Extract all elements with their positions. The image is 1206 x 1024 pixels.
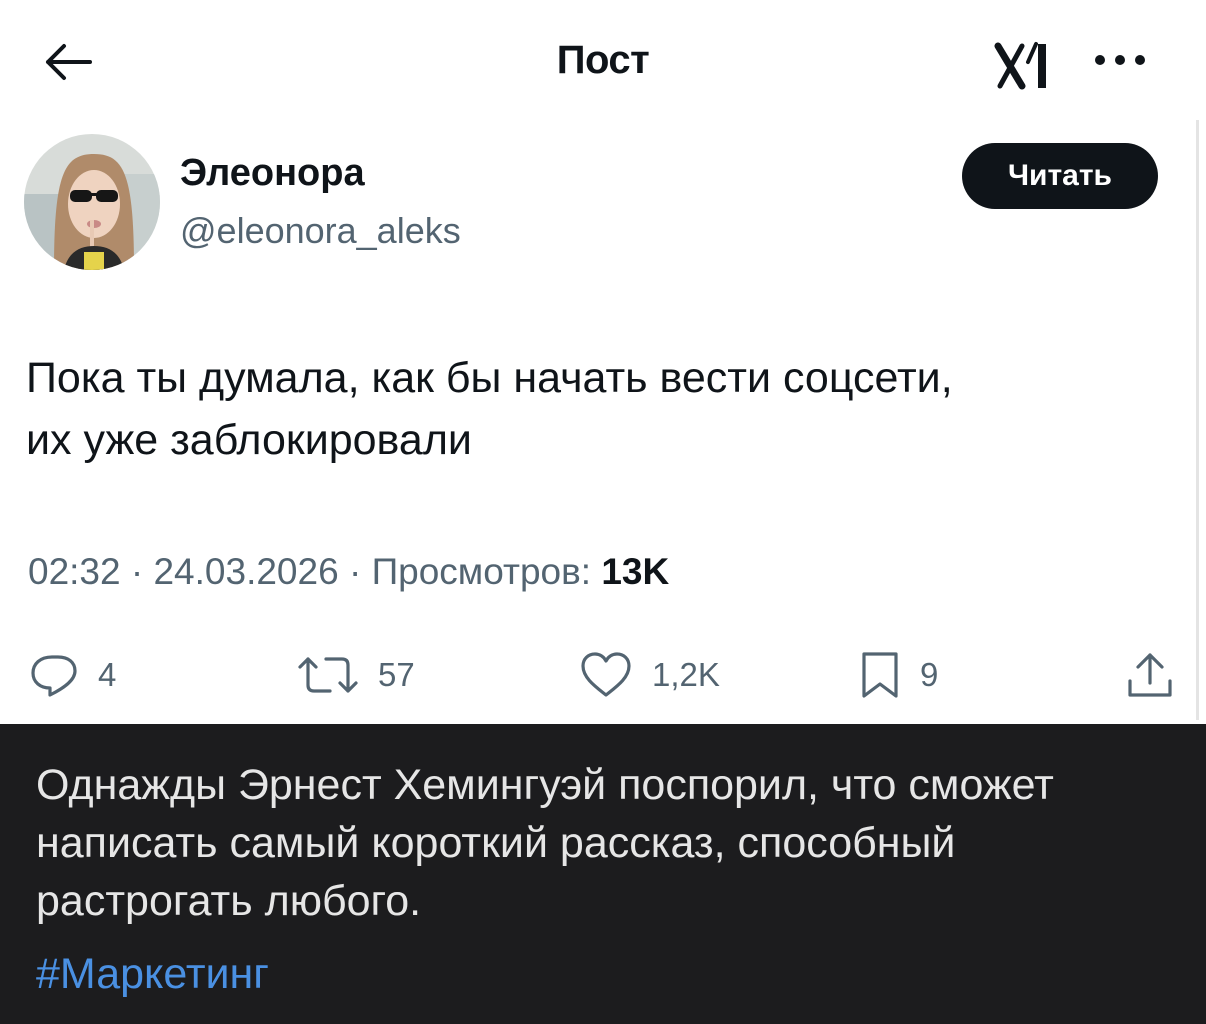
avatar[interactable] xyxy=(24,134,160,270)
bookmark-count: 9 xyxy=(920,656,939,693)
repost-button[interactable]: 57 xyxy=(296,640,415,710)
top-bar: Пост xyxy=(0,0,1206,120)
heart-icon xyxy=(581,652,631,697)
caption-line: написать самый короткий рассказ, способн… xyxy=(36,819,956,867)
post-date[interactable]: 24.03.2026 xyxy=(153,551,338,592)
scrollbar-track xyxy=(1196,120,1199,720)
post-meta: 02:32 · 24.03.2026 · Просмотров: 13K xyxy=(28,551,669,593)
meta-separator: · xyxy=(348,551,372,592)
more-horizontal-icon xyxy=(1095,55,1145,65)
share-icon xyxy=(1128,653,1172,697)
views-count: 13K xyxy=(601,551,670,592)
post-time[interactable]: 02:32 xyxy=(28,551,121,592)
repost-icon xyxy=(298,657,358,693)
bookmark-icon xyxy=(862,652,898,698)
post-text: Пока ты думала, как бы начать вести соцс… xyxy=(26,347,1176,471)
meta-separator: · xyxy=(130,551,154,592)
author-name[interactable]: Элеонора xyxy=(180,152,365,195)
share-button[interactable] xyxy=(1122,640,1178,710)
author-handle[interactable]: @eleonora_aleks xyxy=(180,210,461,252)
hashtag-link[interactable]: #Маркетинг xyxy=(36,950,269,999)
reply-button[interactable]: 4 xyxy=(28,640,116,710)
caption-line: Однажды Эрнест Хемингуэй поспорил, что с… xyxy=(36,761,1054,809)
bookmark-button[interactable]: 9 xyxy=(858,640,938,710)
post-text-line: Пока ты думала, как бы начать вести соцс… xyxy=(26,354,953,402)
like-count: 1,2K xyxy=(652,656,720,693)
reply-count: 4 xyxy=(98,656,117,693)
views-label: Просмотров: xyxy=(371,551,592,592)
x-logo-icon[interactable] xyxy=(992,40,1062,92)
caption-text: Однажды Эрнест Хемингуэй поспорил, что с… xyxy=(36,756,1176,930)
like-button[interactable]: 1,2K xyxy=(578,640,720,710)
repost-count: 57 xyxy=(378,656,415,693)
action-bar: 4 57 1,2K 9 xyxy=(0,640,1206,710)
more-button[interactable] xyxy=(1086,40,1156,80)
follow-button[interactable]: Читать xyxy=(962,143,1158,209)
post-text-line: их уже заблокировали xyxy=(26,416,472,464)
caption-line: растрогать любого. xyxy=(36,877,422,925)
reply-icon xyxy=(31,655,77,697)
